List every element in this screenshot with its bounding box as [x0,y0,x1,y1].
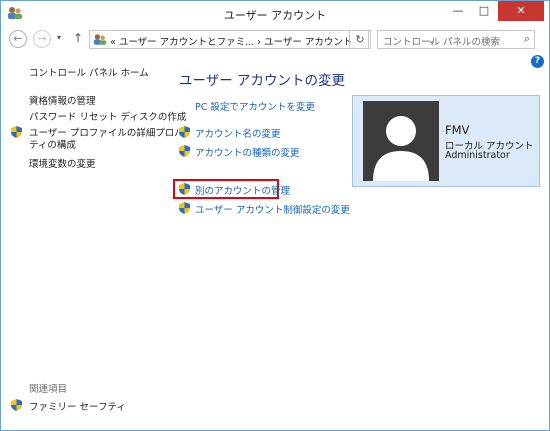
profile-properties-link-cont[interactable]: ティの構成 [29,137,76,151]
shield-icon [179,126,190,138]
recent-locations-button[interactable]: ▾ [57,33,61,42]
search-icon[interactable]: ⌕ [524,32,530,46]
search-input[interactable]: コントロール パネルの検索 ⌕ [377,30,535,49]
account-role: Administrator [445,150,510,161]
help-button[interactable]: ? [531,55,544,68]
maximize-button[interactable]: □ [471,1,497,21]
control-panel-home-link[interactable]: コントロール パネル ホーム [29,65,149,79]
avatar [363,101,439,181]
close-button[interactable]: ✕ [498,1,544,21]
forward-button[interactable]: → [33,30,51,48]
shield-icon [11,399,22,411]
create-reset-disk-link[interactable]: パスワード リセット ディスクの作成 [29,109,186,123]
address-bar[interactable]: « ユーザー アカウントとファミ... › ユーザー アカウント ⌄ [89,30,435,49]
account-name: FMV [445,123,470,137]
user-avatar-icon [373,116,429,181]
breadcrumb[interactable]: « ユーザー アカウントとファミ... › ユーザー アカウント [110,34,352,48]
navigation-bar: ← → ▾ ↑ « ユーザー アカウントとファミ... › ユーザー アカウント… [1,28,549,50]
change-account-name-link[interactable]: アカウント名の変更 [195,126,281,140]
user-accounts-window: ユーザー アカウント — □ ✕ ← → ▾ ↑ « ユーザー アカウントとファ… [0,0,550,431]
change-account-type-link[interactable]: アカウントの種類の変更 [195,145,300,159]
shield-icon [11,126,22,138]
title-bar: ユーザー アカウント — □ ✕ [1,1,549,27]
search-placeholder: コントロール パネルの検索 [383,37,501,48]
manage-credentials-link[interactable]: 資格情報の管理 [29,93,96,107]
back-button[interactable]: ← [9,30,27,48]
environment-variables-link[interactable]: 環境変数の変更 [29,156,96,170]
shield-icon [179,202,190,214]
family-safety-link[interactable]: ファミリー セーフティ [29,399,126,413]
related-section-title: 関連項目 [29,384,68,395]
shield-icon [179,145,190,157]
uac-settings-link[interactable]: ユーザー アカウント制御設定の変更 [195,202,350,216]
minimize-button[interactable]: — [445,1,471,21]
refresh-button[interactable]: ↻ [349,30,371,49]
up-button[interactable]: ↑ [73,31,83,45]
shield-icon [179,183,190,195]
account-tile[interactable]: FMV ローカル アカウント Administrator [352,95,540,187]
page-title: ユーザー アカウントの変更 [179,73,346,89]
manage-another-account-link[interactable]: 別のアカウントの管理 [195,183,290,197]
pc-settings-link[interactable]: PC 設定でアカウントを変更 [195,99,315,113]
users-icon [93,34,107,45]
